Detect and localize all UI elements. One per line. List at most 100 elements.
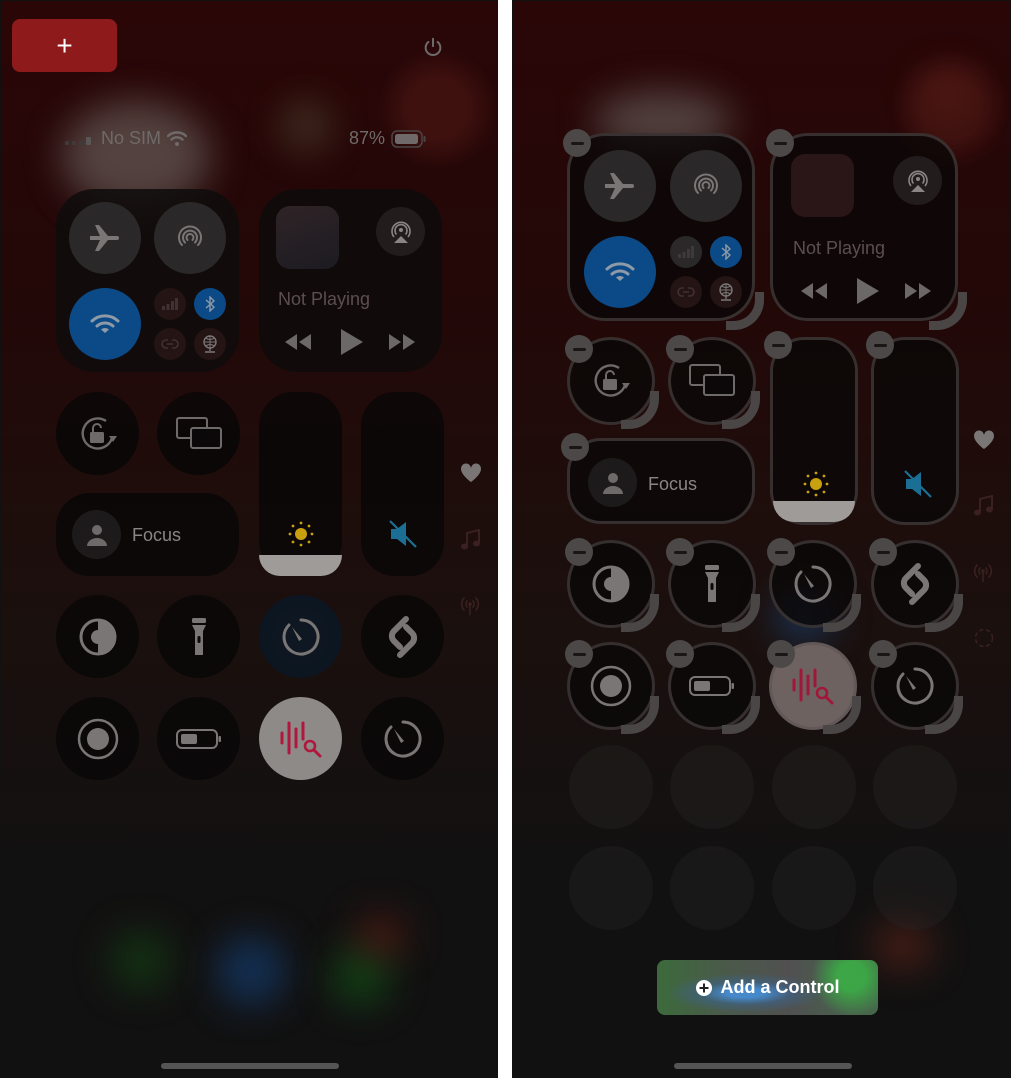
battery-icon (175, 728, 221, 749)
screen-mirroring-toggle[interactable] (157, 392, 240, 475)
remove-control-button[interactable] (666, 538, 694, 566)
orientation-lock-toggle[interactable] (56, 392, 139, 475)
sun-icon (803, 471, 829, 497)
flashlight-toggle[interactable] (157, 595, 240, 678)
music-note-icon[interactable] (460, 529, 480, 551)
remove-control-button[interactable] (561, 433, 589, 461)
screen-recording-toggle[interactable] (56, 697, 139, 780)
music-note-icon[interactable] (973, 495, 993, 517)
hotspot-toggle[interactable] (154, 328, 186, 360)
carrier-label: No SIM (101, 128, 162, 148)
airdrop-toggle[interactable] (154, 202, 226, 274)
cellular-toggle[interactable] (154, 288, 186, 320)
empty-slot[interactable] (873, 846, 957, 930)
resize-handle[interactable] (925, 594, 963, 632)
battery-status-icon (391, 129, 426, 148)
add-a-control-label: Add a Control (720, 977, 840, 997)
remove-control-button[interactable] (764, 331, 792, 359)
volume-slider[interactable] (871, 337, 959, 525)
brightness-slider[interactable] (770, 337, 858, 525)
record-icon (77, 718, 118, 759)
wifi-toggle[interactable] (69, 288, 141, 360)
resize-handle[interactable] (726, 292, 764, 330)
brightness-slider-fill (259, 555, 342, 576)
wallpaper-glow (216, 936, 286, 1006)
favorites-heart-icon[interactable] (973, 430, 995, 450)
low-power-mode-toggle[interactable] (157, 697, 240, 780)
add-a-control-button[interactable]: Add a Control (657, 960, 878, 1015)
remove-control-button[interactable] (565, 640, 593, 668)
timer-toggle[interactable] (259, 595, 342, 678)
remove-control-button[interactable] (869, 538, 897, 566)
home-indicator[interactable] (674, 1063, 852, 1069)
remove-control-button[interactable] (563, 129, 591, 157)
plus-circle-icon (695, 979, 712, 996)
flashlight-icon (191, 617, 206, 655)
fast-forward-icon[interactable] (387, 332, 417, 352)
cellular-toggle (670, 236, 702, 268)
remove-control-button[interactable] (766, 129, 794, 157)
wifi-icon (90, 314, 120, 333)
empty-slot[interactable] (772, 846, 856, 930)
resize-handle[interactable] (929, 292, 967, 330)
remove-control-button[interactable] (866, 331, 894, 359)
resize-handle[interactable] (722, 594, 760, 632)
remove-control-button[interactable] (767, 640, 795, 668)
person-icon (86, 524, 107, 546)
stopwatch-toggle[interactable] (361, 697, 444, 780)
remove-control-button[interactable] (666, 335, 694, 363)
empty-slot[interactable] (670, 846, 754, 930)
rewind-icon (801, 283, 827, 299)
connectivity-antenna-icon[interactable] (972, 561, 994, 583)
dark-mode-toggle[interactable] (56, 595, 139, 678)
new-page-dashed-circle-icon[interactable] (974, 628, 994, 648)
airplane-icon (605, 173, 634, 199)
rewind-icon[interactable] (283, 332, 313, 352)
resize-handle[interactable] (823, 696, 861, 734)
remove-control-button[interactable] (869, 640, 897, 668)
resize-handle[interactable] (823, 594, 861, 632)
speaker-muted-icon (904, 470, 932, 498)
empty-slot[interactable] (569, 846, 653, 930)
home-indicator[interactable] (161, 1063, 339, 1069)
empty-slot[interactable] (873, 745, 957, 829)
remove-control-button[interactable] (767, 538, 795, 566)
focus-toggle[interactable]: Focus (56, 493, 239, 576)
focus-toggle[interactable]: Focus (567, 438, 755, 524)
status-bar-left: No SIM (65, 128, 188, 149)
resize-handle[interactable] (722, 391, 760, 429)
globe-network-icon (203, 335, 217, 353)
empty-slot[interactable] (670, 745, 754, 829)
resize-handle[interactable] (621, 696, 659, 734)
resize-handle[interactable] (621, 594, 659, 632)
brightness-slider[interactable] (259, 392, 342, 576)
favorites-heart-icon[interactable] (460, 463, 482, 483)
shazam-toggle[interactable] (361, 595, 444, 678)
empty-slot[interactable] (569, 745, 653, 829)
bluetooth-icon (205, 296, 215, 312)
volume-slider[interactable] (361, 392, 444, 576)
now-playing-module[interactable]: Not Playing (259, 189, 442, 372)
empty-slot[interactable] (772, 745, 856, 829)
resize-handle[interactable] (925, 696, 963, 734)
personal-hotspot-icon (677, 287, 695, 297)
timer-icon (282, 618, 320, 655)
cellular-bars-icon (162, 298, 178, 310)
airplay-button[interactable] (376, 207, 425, 256)
airdrop-toggle (670, 150, 742, 222)
remove-control-button[interactable] (666, 640, 694, 668)
music-recognition-toggle[interactable] (259, 697, 342, 780)
rotation-lock-icon (81, 416, 117, 450)
connectivity-antenna-icon[interactable] (459, 594, 481, 616)
vpn-toggle[interactable] (194, 328, 226, 360)
add-button[interactable]: + (12, 19, 117, 72)
bluetooth-toggle[interactable] (194, 288, 226, 320)
status-bar-right: 87% (349, 128, 427, 149)
power-icon[interactable] (422, 36, 444, 58)
resize-handle[interactable] (722, 696, 760, 734)
remove-control-button[interactable] (565, 538, 593, 566)
airplane-mode-toggle[interactable] (69, 202, 141, 274)
remove-control-button[interactable] (565, 335, 593, 363)
resize-handle[interactable] (621, 391, 659, 429)
play-icon[interactable] (339, 327, 365, 357)
